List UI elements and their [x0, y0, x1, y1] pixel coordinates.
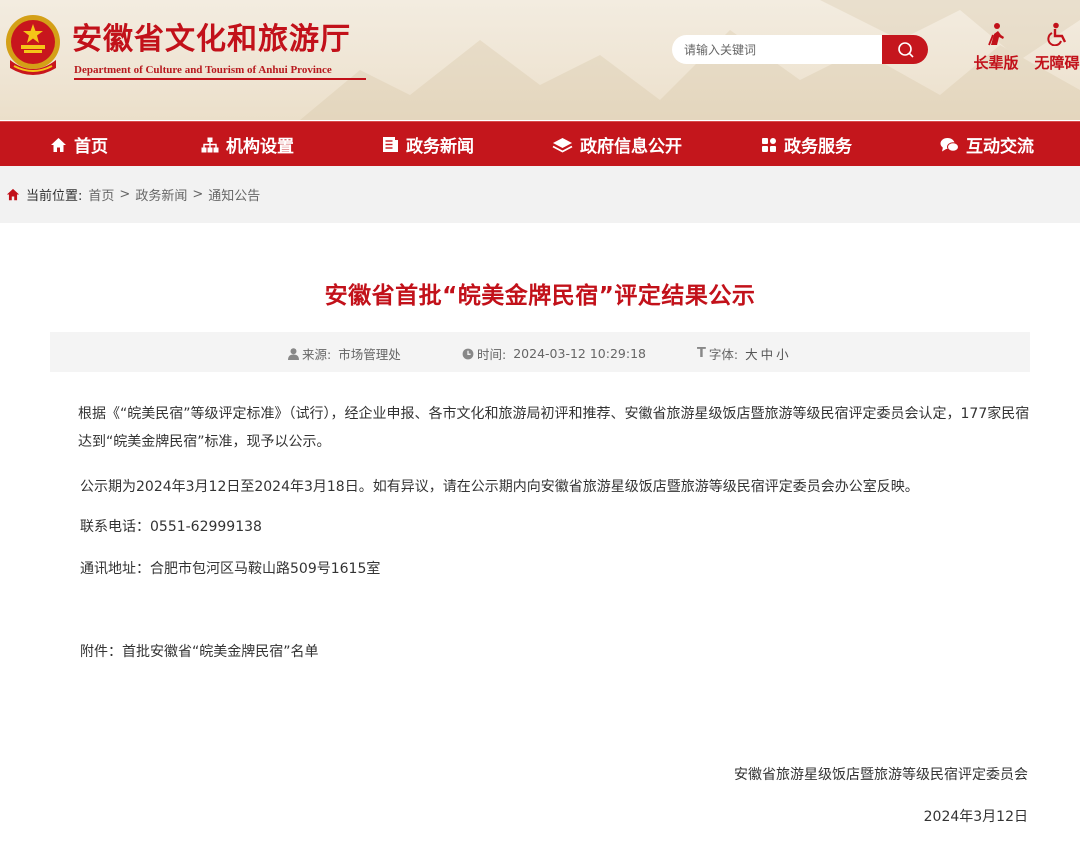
- home-icon: [6, 188, 20, 201]
- meta-source: 来源: 市场管理处: [288, 344, 401, 363]
- accessibility-label: 无障碍: [1034, 54, 1080, 72]
- nav-item-org[interactable]: 机构设置: [201, 122, 294, 167]
- site-subtitle: Department of Culture and Tourism of Anh…: [74, 64, 332, 76]
- meta-font-label: 字体:: [708, 347, 739, 362]
- site-title: 安徽省文化和旅游厅: [72, 22, 351, 57]
- nav-label-home: 首页: [74, 137, 108, 157]
- elder-mode-icon: [988, 23, 1004, 46]
- elder-mode-label: 长辈版: [973, 54, 1019, 72]
- user-icon: [288, 347, 299, 360]
- home-icon: [51, 137, 66, 152]
- nav-item-services[interactable]: 政务服务: [761, 122, 852, 167]
- breadcrumb-news[interactable]: 政务新闻: [135, 185, 187, 204]
- breadcrumb-home[interactable]: 首页: [88, 185, 114, 204]
- font-size-small[interactable]: 小: [776, 344, 789, 363]
- breadcrumb: 当前位置: 首页 > 政务新闻 > 通知公告: [0, 166, 1080, 223]
- breadcrumb-label: 当前位置:: [26, 189, 83, 204]
- search-icon: [897, 42, 914, 58]
- font-size-large[interactable]: 大: [745, 344, 758, 363]
- nav-item-news[interactable]: 政务新闻: [382, 122, 474, 167]
- layers-icon: [552, 137, 573, 153]
- search-box: [672, 35, 928, 64]
- meta-source-value: 市场管理处: [338, 347, 401, 362]
- nav-item-interaction[interactable]: 互动交流: [940, 122, 1034, 167]
- chat-icon: [940, 137, 959, 152]
- grid-icon: [762, 137, 776, 152]
- nav-label-interaction: 互动交流: [966, 137, 1034, 157]
- meta-font-size: T 字体: 大 中 小: [697, 344, 789, 363]
- nav-label-org: 机构设置: [226, 137, 294, 157]
- search-input[interactable]: [672, 35, 884, 64]
- article-attachment-link[interactable]: 附件：首批安徽省“皖美金牌民宿”名单: [80, 641, 319, 661]
- article-paragraph: 公示期为2024年3月12日至2024年3月18日。如有异议，请在公示期内向安徽…: [80, 479, 919, 495]
- article-paragraph: 根据《“皖美民宿”等级评定标准》（试行），经企业申报、各市文化和旅游局初评和推荐…: [78, 406, 1030, 450]
- meta-time-value: 2024-03-12 10:29:18: [513, 346, 646, 361]
- meta-time: 时间: 2024-03-12 10:29:18: [462, 344, 646, 363]
- site-header: 安徽省文化和旅游厅 Department of Culture and Tour…: [0, 0, 1080, 120]
- font-size-medium[interactable]: 中: [761, 344, 774, 363]
- main-nav: 首页 机构设置 政务新闻 政府信息公开 政务服务 互动交流: [0, 121, 1080, 166]
- accessibility-button[interactable]: 无障碍: [1029, 22, 1080, 73]
- article-meta: 来源: 市场管理处 时间: 2024-03-12 10:29:18 T 字体: …: [50, 332, 1030, 372]
- subtitle-underline: [74, 78, 366, 80]
- search-button[interactable]: [882, 35, 928, 64]
- text-size-icon: T: [697, 346, 706, 361]
- news-icon: [383, 137, 398, 152]
- nav-item-gov-info[interactable]: 政府信息公开: [552, 122, 682, 167]
- national-emblem-icon: [6, 15, 60, 75]
- article-address: 通讯地址：合肥市包河区马鞍山路509号1615室: [80, 561, 381, 577]
- meta-source-label: 来源:: [302, 347, 332, 362]
- article-signature: 安徽省旅游星级饭店暨旅游等级民宿评定委员会: [734, 767, 1028, 783]
- clock-icon: [462, 348, 474, 359]
- article-title: 安徽省首批“皖美金牌民宿”评定结果公示: [324, 283, 756, 309]
- elder-mode-button[interactable]: 长辈版: [968, 22, 1024, 73]
- meta-time-label: 时间:: [477, 347, 507, 362]
- nav-label-gov-info: 政府信息公开: [580, 137, 682, 157]
- nav-label-news: 政务新闻: [406, 137, 474, 157]
- nav-item-home[interactable]: 首页: [50, 122, 108, 167]
- article-contact-phone: 联系电话：0551-62999138: [80, 519, 262, 535]
- breadcrumb-notices[interactable]: 通知公告: [208, 185, 260, 204]
- breadcrumb-separator: >: [192, 187, 204, 202]
- nav-label-services: 政务服务: [784, 137, 852, 157]
- breadcrumb-separator: >: [119, 187, 131, 202]
- article-date: 2024年3月12日: [923, 809, 1028, 825]
- org-chart-icon: [201, 137, 219, 152]
- accessibility-icon: [1047, 22, 1067, 47]
